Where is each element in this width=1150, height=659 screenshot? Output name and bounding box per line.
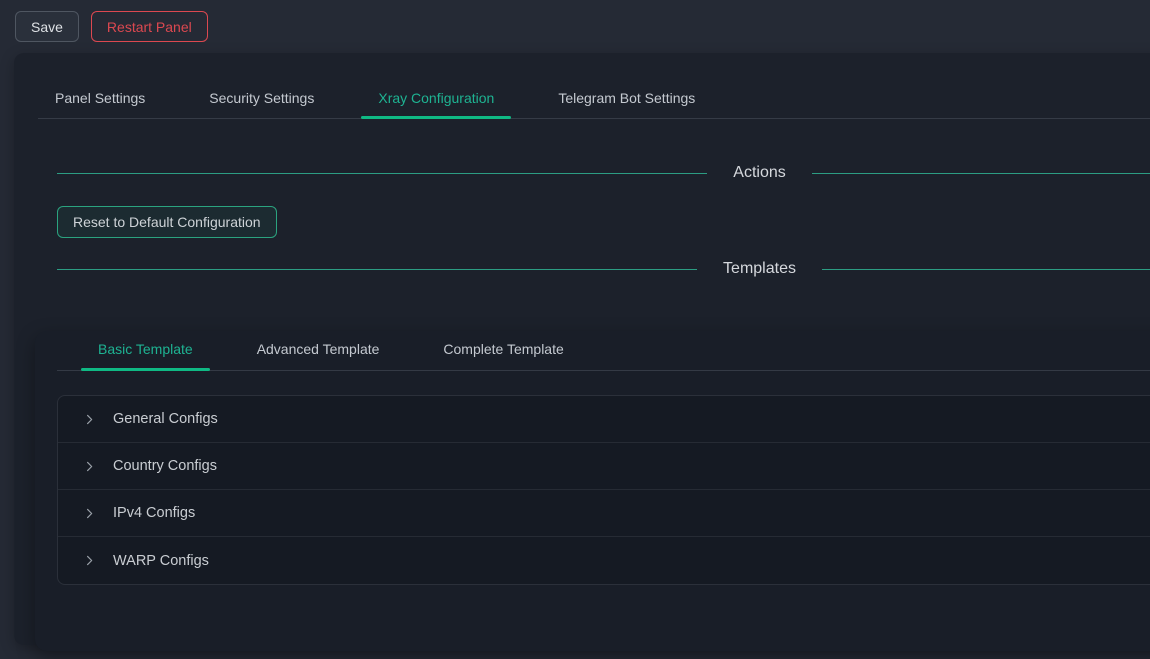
xray-configuration-panel: Actions Reset to Default Configuration T… [14,161,1150,281]
template-config-accordion: General Configs Country Configs IPv4 Con… [57,395,1150,585]
tab-xray-configuration[interactable]: Xray Configuration [361,78,511,118]
accordion-item-warp-configs[interactable]: WARP Configs [58,537,1150,584]
accordion-item-ipv4-configs[interactable]: IPv4 Configs [58,490,1150,537]
accordion-item-label: Country Configs [113,458,217,474]
tab-basic-template[interactable]: Basic Template [81,331,210,370]
accordion-item-general-configs[interactable]: General Configs [58,396,1150,443]
actions-section-title: Actions [707,164,811,182]
templates-divider: Templates [57,257,1150,281]
divider-line-right [812,173,1150,174]
topbar: Save Restart Panel [0,0,1150,53]
tab-advanced-template[interactable]: Advanced Template [240,331,397,370]
tab-complete-template[interactable]: Complete Template [426,331,580,370]
accordion-item-country-configs[interactable]: Country Configs [58,443,1150,490]
settings-card: Panel Settings Security Settings Xray Co… [14,53,1150,645]
divider-line-left [57,173,707,174]
chevron-right-icon [82,459,96,473]
divider-line-right [822,269,1150,270]
tab-panel-settings[interactable]: Panel Settings [38,78,162,118]
chevron-right-icon [82,412,96,426]
accordion-item-label: IPv4 Configs [113,505,195,521]
save-button[interactable]: Save [15,11,79,42]
divider-line-left [57,269,697,270]
actions-divider: Actions [57,161,1150,185]
tab-telegram-bot-settings[interactable]: Telegram Bot Settings [541,78,712,118]
accordion-item-label: General Configs [113,411,218,427]
settings-tabbar: Panel Settings Security Settings Xray Co… [38,78,1150,119]
chevron-right-icon [82,554,96,568]
templates-section-title: Templates [697,260,822,278]
templates-tabbar: Basic Template Advanced Template Complet… [57,331,1150,371]
tab-security-settings[interactable]: Security Settings [192,78,331,118]
chevron-right-icon [82,506,96,520]
restart-panel-button[interactable]: Restart Panel [91,11,208,42]
accordion-item-label: WARP Configs [113,553,209,569]
templates-card: Basic Template Advanced Template Complet… [35,331,1150,651]
reset-default-configuration-button[interactable]: Reset to Default Configuration [57,206,277,238]
